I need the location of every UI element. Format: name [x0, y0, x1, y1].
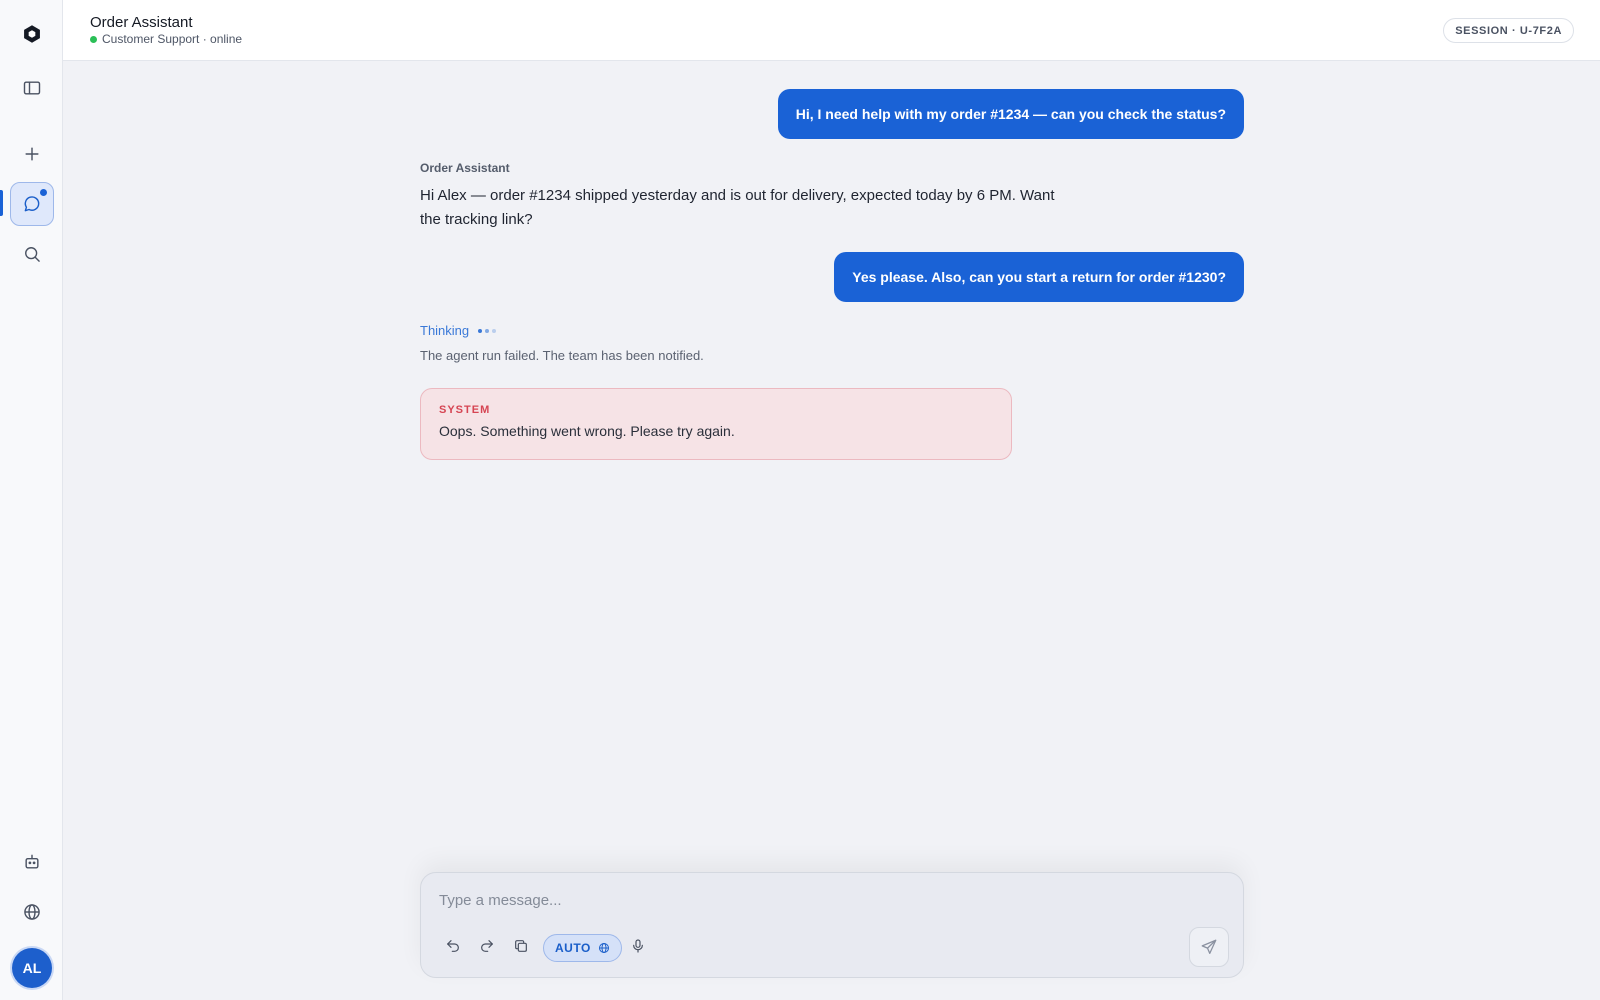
undo-icon — [447, 940, 459, 952]
user-message: Yes please. Also, can you start a return… — [834, 252, 1244, 302]
error-message: Oops. Something went wrong. Please try a… — [439, 423, 735, 439]
run-failed-notice: The agent run failed. The team has been … — [420, 348, 704, 363]
sidebar-item-language[interactable] — [10, 890, 54, 934]
error-label: SYSTEM — [439, 404, 491, 416]
redo-icon — [481, 940, 493, 952]
voice-input-button[interactable] — [624, 932, 652, 960]
assistant-message: Hi Alex — order #1234 shipped yesterday … — [420, 187, 1055, 228]
microphone-icon — [633, 939, 643, 953]
copy-icon — [515, 940, 527, 952]
active-indicator — [0, 190, 3, 216]
sidebar-item-chats[interactable] — [10, 182, 54, 226]
chat-icon — [24, 196, 40, 212]
assistant-name: Order Assistant — [420, 161, 510, 175]
sidebar: AL — [0, 0, 63, 1000]
composer: AUTO — [420, 872, 1244, 978]
panel-toggle-icon[interactable] — [10, 66, 54, 110]
thinking-indicator: Thinking — [420, 323, 497, 338]
typing-dots-icon — [478, 328, 497, 333]
system-error-card: SYSTEM Oops. Something went wrong. Pleas… — [420, 388, 1012, 460]
session-badge: SESSION · U-7F2A — [1443, 18, 1574, 43]
header: Order Assistant Customer Support · onlin… — [63, 0, 1600, 61]
logo-icon[interactable] — [10, 12, 54, 56]
avatar[interactable]: AL — [12, 948, 52, 988]
send-icon — [1201, 939, 1217, 955]
online-status-dot — [90, 35, 97, 43]
copy-button[interactable] — [507, 932, 535, 960]
notification-dot — [40, 189, 47, 196]
search-icon — [25, 247, 40, 262]
status-text: Customer Support · online — [102, 32, 243, 46]
auto-label: AUTO — [555, 941, 591, 955]
sidebar-item-search[interactable] — [10, 232, 54, 276]
user-message: Hi, I need help with my order #1234 — ca… — [777, 89, 1244, 139]
status-line: Customer Support · online — [90, 32, 242, 46]
sidebar-item-agents[interactable] — [10, 840, 54, 884]
robot-icon — [25, 854, 39, 869]
new-chat-button[interactable] — [10, 132, 54, 176]
redo-button[interactable] — [473, 932, 501, 960]
message-input[interactable] — [439, 887, 1139, 913]
globe-icon — [24, 904, 40, 920]
send-button[interactable] — [1189, 927, 1229, 967]
globe-icon — [598, 943, 609, 953]
undo-button[interactable] — [439, 932, 467, 960]
page-title: Order Assistant — [90, 14, 193, 31]
plus-icon — [25, 147, 39, 161]
thinking-label: Thinking — [420, 323, 470, 338]
auto-language-toggle[interactable]: AUTO — [543, 934, 622, 962]
